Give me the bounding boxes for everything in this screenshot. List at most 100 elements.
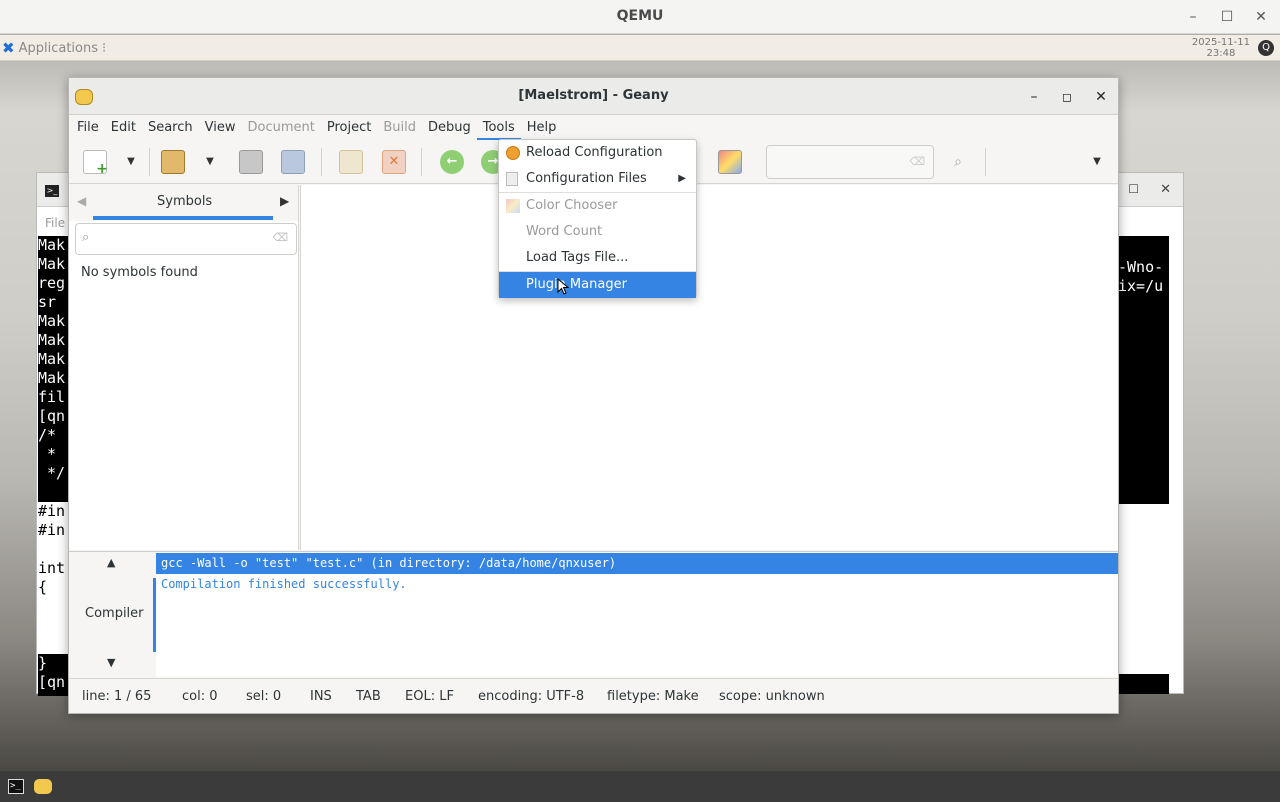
new-dropdown-icon[interactable]: ▼	[123, 152, 139, 172]
toolbar-separator	[149, 148, 150, 176]
terminal-line: Mak	[38, 312, 66, 330]
back-icon[interactable]: ←	[440, 150, 464, 174]
toolbar-search-input[interactable]: ⌫	[766, 145, 934, 179]
terminal-line: *	[38, 445, 57, 463]
toolbar-overflow-icon[interactable]: ▼	[1089, 152, 1105, 172]
toolbar-separator	[421, 148, 422, 176]
status-eol: EOL: LF	[405, 689, 454, 704]
terminal-line: sr	[38, 293, 57, 311]
statusbar: line: 1 / 65 col: 0 sel: 0 INS TAB EOL: …	[69, 678, 1118, 714]
save-all-icon[interactable]	[281, 150, 305, 174]
taskbar: >_	[0, 771, 1280, 802]
menu-tools[interactable]: Tools	[476, 116, 521, 140]
save-icon[interactable]	[239, 150, 263, 174]
status-line: line: 1 / 65	[82, 689, 152, 704]
menu-item-plugin-manager[interactable]: Plugin Manager	[499, 272, 696, 298]
symbol-filter-input[interactable]: ⌕ ⌫	[75, 223, 297, 255]
terminal-line: Mak	[38, 255, 66, 273]
maximize-icon[interactable]: ☐	[1217, 7, 1237, 27]
reload-icon	[506, 146, 520, 160]
editor-area[interactable]	[300, 185, 1118, 550]
menu-build[interactable]: Build	[377, 116, 422, 140]
compiler-message[interactable]: gcc -Wall -o "test" "test.c" (in directo…	[156, 553, 1118, 574]
status-filetype: filetype: Make	[607, 689, 699, 704]
terminal-line: ix=/u	[1118, 277, 1164, 295]
clear-icon[interactable]: ⌫	[272, 231, 288, 244]
tab-down-icon[interactable]: ▼	[107, 656, 115, 669]
menu-item-configuration-files[interactable]: Configuration Files ▶	[499, 166, 696, 192]
submenu-arrow-icon: ▶	[678, 173, 686, 184]
menu-help[interactable]: Help	[521, 116, 563, 140]
menu-view[interactable]: View	[199, 116, 242, 140]
tab-up-icon[interactable]: ▲	[107, 556, 115, 569]
open-file-icon[interactable]	[161, 150, 185, 174]
menu-item-color-chooser[interactable]: Color Chooser	[499, 193, 696, 219]
terminal-line: -Wno-	[1118, 258, 1164, 276]
new-file-icon[interactable]: +	[83, 150, 108, 176]
guest-panel: ✖ Applications ⁝ 2025-11-11 23:48 Q	[0, 35, 1280, 61]
tab-symbols[interactable]: Symbols	[157, 194, 212, 209]
tab-compiler[interactable]: Compiler	[85, 606, 144, 621]
menu-document[interactable]: Document	[241, 116, 320, 140]
menu-edit[interactable]: Edit	[105, 116, 142, 140]
close-file-icon[interactable]: ✕	[382, 150, 406, 174]
minimize-icon[interactable]: –	[1183, 7, 1203, 27]
status-sel: sel: 0	[246, 689, 282, 704]
menu-item-load-tags-file[interactable]: Load Tags File...	[499, 245, 696, 271]
find-icon[interactable]: ⌕	[946, 150, 970, 174]
close-icon[interactable]: ✕	[1091, 87, 1111, 107]
mouse-pointer-icon	[557, 278, 569, 295]
menu-search[interactable]: Search	[142, 116, 199, 140]
qemu-titlebar: QEMU – ☐ ✕	[0, 0, 1280, 34]
terminal-menu-file[interactable]: File	[45, 216, 65, 230]
file-icon	[506, 172, 518, 186]
clock-date: 2025-11-11	[1191, 37, 1250, 48]
qemu-title: QEMU	[616, 8, 664, 24]
compiler-message[interactable]: Compilation finished successfully.	[156, 574, 1118, 595]
terminal-line: fil	[38, 388, 66, 406]
menubar: File Edit Search View Document Project B…	[69, 116, 1118, 140]
clear-icon[interactable]: ⌫	[909, 155, 925, 168]
menu-project[interactable]: Project	[321, 116, 377, 140]
panel-clock[interactable]: 2025-11-11 23:48	[1192, 37, 1250, 59]
maximize-icon[interactable]: ◻	[1057, 87, 1077, 107]
user-icon[interactable]: Q	[1258, 40, 1274, 56]
toolbar-separator	[985, 148, 986, 176]
status-tab: TAB	[356, 689, 381, 704]
open-dropdown-icon[interactable]: ▼	[202, 152, 218, 172]
close-icon[interactable]: ✕	[1251, 7, 1271, 27]
menu-item-label: Load Tags File...	[526, 250, 629, 265]
tab-next-icon[interactable]: ▶	[280, 194, 289, 208]
revert-icon[interactable]	[339, 150, 363, 174]
terminal-output-left: Mak Mak reg sr Mak Mak Mak Mak fil [qn/* * */ #in…	[38, 236, 70, 696]
applications-label: Applications	[18, 40, 98, 56]
terminal-output-right: -Wno-ix=/u	[1118, 236, 1169, 504]
status-scope: scope: unknown	[719, 689, 825, 704]
tools-dropdown: Reload Configuration Configuration Files…	[498, 139, 697, 298]
terminal-output-strip	[1118, 674, 1169, 694]
compiler-output[interactable]: gcc -Wall -o "test" "test.c" (in directo…	[156, 553, 1118, 677]
menu-item-word-count[interactable]: Word Count	[499, 219, 696, 245]
menu-item-label: Reload Configuration	[526, 145, 663, 160]
terminal-close-icon[interactable]: ✕	[1160, 182, 1171, 197]
menu-debug[interactable]: Debug	[422, 116, 477, 140]
terminal-line: Mak	[38, 369, 66, 387]
clock-time: 23:48	[1206, 48, 1236, 59]
terminal-line: [qn	[38, 407, 66, 425]
terminal-line: Mak	[38, 236, 66, 254]
message-tabs: ▲ Compiler ▼	[69, 552, 156, 678]
terminal-line	[38, 597, 70, 616]
geany-icon[interactable]	[34, 779, 52, 794]
minimize-icon[interactable]: –	[1024, 87, 1044, 107]
menu-file[interactable]: File	[71, 116, 105, 140]
menu-item-reload-configuration[interactable]: Reload Configuration	[499, 140, 696, 166]
terminal-icon[interactable]: >_	[8, 779, 24, 794]
tab-prev-icon[interactable]: ◀	[77, 194, 86, 208]
applications-menu[interactable]: ✖ Applications ⁝	[2, 39, 106, 57]
color-chooser-icon[interactable]	[718, 150, 742, 174]
terminal-maximize-icon[interactable]: ☐	[1128, 182, 1139, 196]
menu-item-label: Word Count	[526, 224, 603, 239]
terminal-line: [qn	[38, 673, 66, 691]
terminal-line: Mak	[38, 331, 66, 349]
